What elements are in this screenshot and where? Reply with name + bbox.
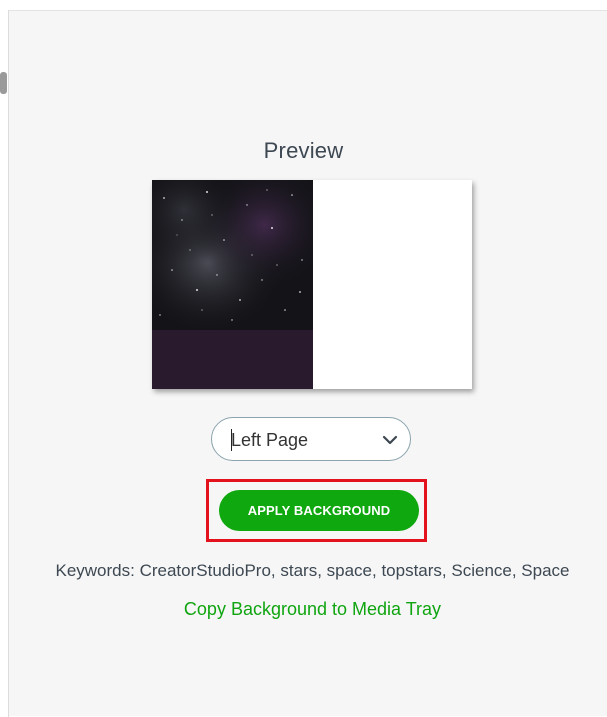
scrollbar-thumb[interactable] [0, 72, 7, 94]
page-select-value: Left Page [231, 430, 309, 450]
space-background-image [152, 180, 313, 389]
copy-to-media-tray-link[interactable]: Copy Background to Media Tray [0, 599, 607, 620]
page-select-dropdown[interactable]: Left Page [211, 417, 411, 461]
preview-title: Preview [263, 138, 344, 163]
preview-thumbnail [152, 180, 472, 389]
keywords-text: Keywords: CreatorStudioPro, stars, space… [55, 561, 570, 580]
chevron-down-icon [382, 435, 398, 445]
apply-background-button[interactable]: APPLY BACKGROUND [219, 490, 419, 531]
